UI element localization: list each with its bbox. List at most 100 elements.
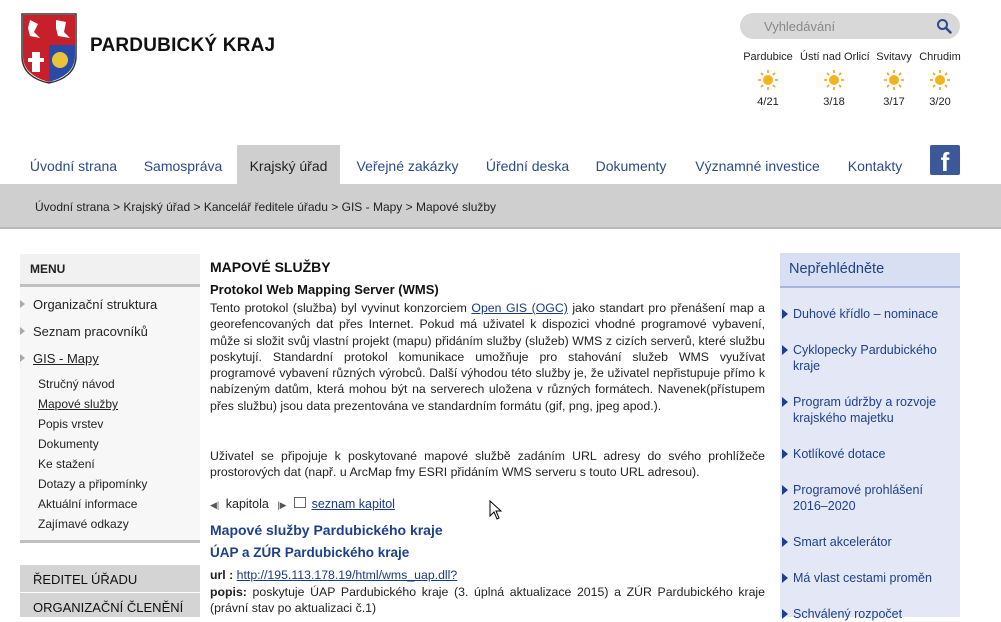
weather-city: Chrudim: [919, 51, 961, 63]
menu-item-label: Seznam pracovníků: [33, 324, 148, 339]
right-sidebar-title: Nepřehlédněte: [789, 261, 885, 277]
open-gis-link[interactable]: Open GIS (OGC): [471, 301, 567, 315]
weather-temp: 3/20: [929, 96, 951, 108]
menu-title: MENU: [30, 262, 66, 276]
search-box: [740, 13, 960, 39]
sidebar-link-label: Má vlast cestami proměn: [793, 571, 932, 585]
prev-chapter-icon[interactable]: ◀|: [210, 500, 219, 510]
sun-icon: [757, 69, 779, 91]
section-subtitle: ÚAP a ZÚR Pardubického kraje: [210, 545, 410, 560]
submenu-zajimave-odkazy[interactable]: Zajímavé odkazy: [38, 517, 129, 531]
breadcrumb-separator: >: [113, 200, 121, 214]
triangle-right-icon: [20, 354, 25, 362]
breadcrumb-item[interactable]: Kancelář ředitele úřadu: [204, 200, 328, 214]
content-paragraph-1: Tento protokol (služba) byl vyvinut konz…: [210, 300, 765, 414]
triangle-right-icon: [782, 485, 788, 495]
chapter-list-link[interactable]: seznam kapitol: [312, 497, 395, 511]
triangle-right-icon: [782, 573, 788, 583]
nav-vyznamne-investice[interactable]: Významné investice: [690, 145, 825, 184]
triangle-right-icon: [782, 449, 788, 459]
section-title: Mapové služby Pardubického kraje: [210, 522, 443, 538]
right-sidebar-header: Nepřehlédněte: [780, 253, 960, 288]
submenu-popis-vrstev[interactable]: Popis vrstev: [38, 417, 103, 431]
paragraph-text: Tento protokol (služba) byl vyvinut konz…: [210, 301, 472, 315]
sidebar-link-label: Smart akcelerátor: [793, 535, 892, 549]
sidebar-link-label: Schválený rozpočet: [793, 607, 903, 621]
nav-dokumenty[interactable]: Dokumenty: [591, 145, 671, 184]
sidebar-link-label: Cyklopecky Pardubického kraje: [793, 343, 937, 373]
submenu-aktualni-informace[interactable]: Aktuální informace: [38, 497, 137, 511]
paragraph-text: jako standart pro přenášení map a georef…: [210, 301, 765, 413]
wms-url-link[interactable]: http://195.113.178.19/html/wms_uap.dll?: [237, 568, 458, 582]
content-subtitle: Protokol Web Mapping Server (WMS): [210, 282, 439, 297]
weather-temp: 3/18: [823, 96, 845, 108]
menu-section-reditel-uradu[interactable]: ŘEDITEL ÚŘADU: [20, 565, 200, 592]
menu-section-label: ORGANIZAČNÍ ČLENĚNÍ: [33, 600, 184, 615]
sun-icon: [883, 69, 905, 91]
breadcrumb-separator: >: [193, 200, 201, 214]
sidebar-link-label: Programové prohlášení 2016–2020: [793, 483, 923, 513]
menu-item-label: GIS - Mapy: [33, 351, 99, 366]
submenu-dotazy[interactable]: Dotazy a připomínky: [38, 477, 147, 491]
breadcrumb-item[interactable]: GIS - Mapy: [342, 200, 403, 214]
page-title: MAPOVÉ SLUŽBY: [210, 259, 331, 275]
weather-pardubice: Pardubice 4/21: [740, 51, 796, 108]
triangle-right-icon: [782, 345, 788, 355]
submenu-mapove-sluzby[interactable]: Mapové služby: [38, 397, 118, 411]
menu-section-label: ŘEDITEL ÚŘADU: [33, 572, 138, 587]
nav-uvodni-strana[interactable]: Úvodní strana: [20, 145, 127, 184]
sidebar-link-label: Duhové křídlo – nominace: [793, 307, 939, 321]
weather-usti: Ústí nad Orlicí 3/18: [800, 51, 870, 108]
weather-svitavy: Svitavy 3/17: [870, 51, 918, 108]
breadcrumb-separator: >: [331, 200, 339, 214]
popis-label: popis:: [210, 585, 247, 599]
search-input[interactable]: [754, 17, 944, 35]
weather-chrudim: Chrudim 3/20: [918, 51, 962, 108]
nav-kontakty[interactable]: Kontakty: [838, 145, 912, 184]
popis-line: popis: poskytuje ÚAP Pardubického kraje …: [210, 584, 765, 616]
weather-city: Svitavy: [876, 51, 912, 63]
weather-city: Pardubice: [743, 51, 793, 63]
triangle-right-icon: [20, 300, 25, 308]
chapter-label: kapitola: [225, 497, 269, 511]
submenu-ke-stazeni[interactable]: Ke stažení: [38, 457, 95, 471]
breadcrumb-separator: >: [405, 200, 413, 214]
breadcrumb-item[interactable]: Úvodní strana: [35, 200, 110, 214]
sun-icon: [929, 69, 951, 91]
triangle-right-icon: [20, 327, 25, 335]
search-icon[interactable]: [936, 18, 952, 34]
triangle-right-icon: [782, 309, 788, 319]
breadcrumb: Úvodní strana > Krajský úřad > Kancelář …: [35, 200, 496, 214]
weather-temp: 4/21: [757, 96, 779, 108]
sidebar-link-label: Program údržby a rozvoje krajského majet…: [793, 395, 937, 425]
facebook-icon[interactable]: f: [930, 145, 960, 177]
nav-samosprava[interactable]: Samospráva: [133, 145, 233, 184]
weather-city: Ústí nad Orlicí: [800, 51, 870, 63]
menu-item-label: Organizační struktura: [33, 297, 158, 312]
sun-icon: [823, 69, 845, 91]
triangle-right-icon: [782, 537, 788, 547]
popis-text: poskytuje ÚAP Pardubického kraje (3. úpl…: [210, 585, 765, 615]
nav-verejne-zakazky[interactable]: Veřejné zakázky: [350, 145, 465, 184]
breadcrumb-item-current: Mapové služby: [416, 200, 497, 214]
nav-uredni-deska[interactable]: Úřední deska: [480, 145, 575, 184]
submenu-strucny-navod[interactable]: Stručný návod: [38, 377, 115, 391]
url-label: url :: [210, 568, 234, 582]
chapter-navigation: ◀| kapitola |▶ seznam kapitol: [210, 497, 395, 511]
site-title[interactable]: PARDUBICKÝ KRAJ: [90, 35, 275, 57]
url-line: url : http://195.113.178.19/html/wms_uap…: [210, 567, 765, 583]
menu-header: MENU: [20, 254, 200, 287]
next-chapter-icon[interactable]: |▶: [277, 500, 286, 510]
mouse-cursor-icon: [489, 499, 503, 520]
coat-of-arms-logo[interactable]: [20, 12, 78, 84]
breadcrumb-item[interactable]: Krajský úřad: [123, 200, 190, 214]
triangle-right-icon: [782, 609, 788, 619]
nav-krajsky-urad[interactable]: Krajský úřad: [237, 145, 340, 184]
submenu-dokumenty[interactable]: Dokumenty: [38, 437, 99, 451]
menu-section-organizacni-cleneni[interactable]: ORGANIZAČNÍ ČLENĚNÍ: [20, 593, 200, 617]
sidebar-link-label: Kotlíkové dotace: [793, 447, 886, 461]
main-nav: Úvodní strana Samospráva Krajský úřad Ve…: [0, 145, 1001, 184]
list-icon: [294, 497, 307, 508]
weather-temp: 3/17: [883, 96, 905, 108]
triangle-right-icon: [782, 397, 788, 407]
